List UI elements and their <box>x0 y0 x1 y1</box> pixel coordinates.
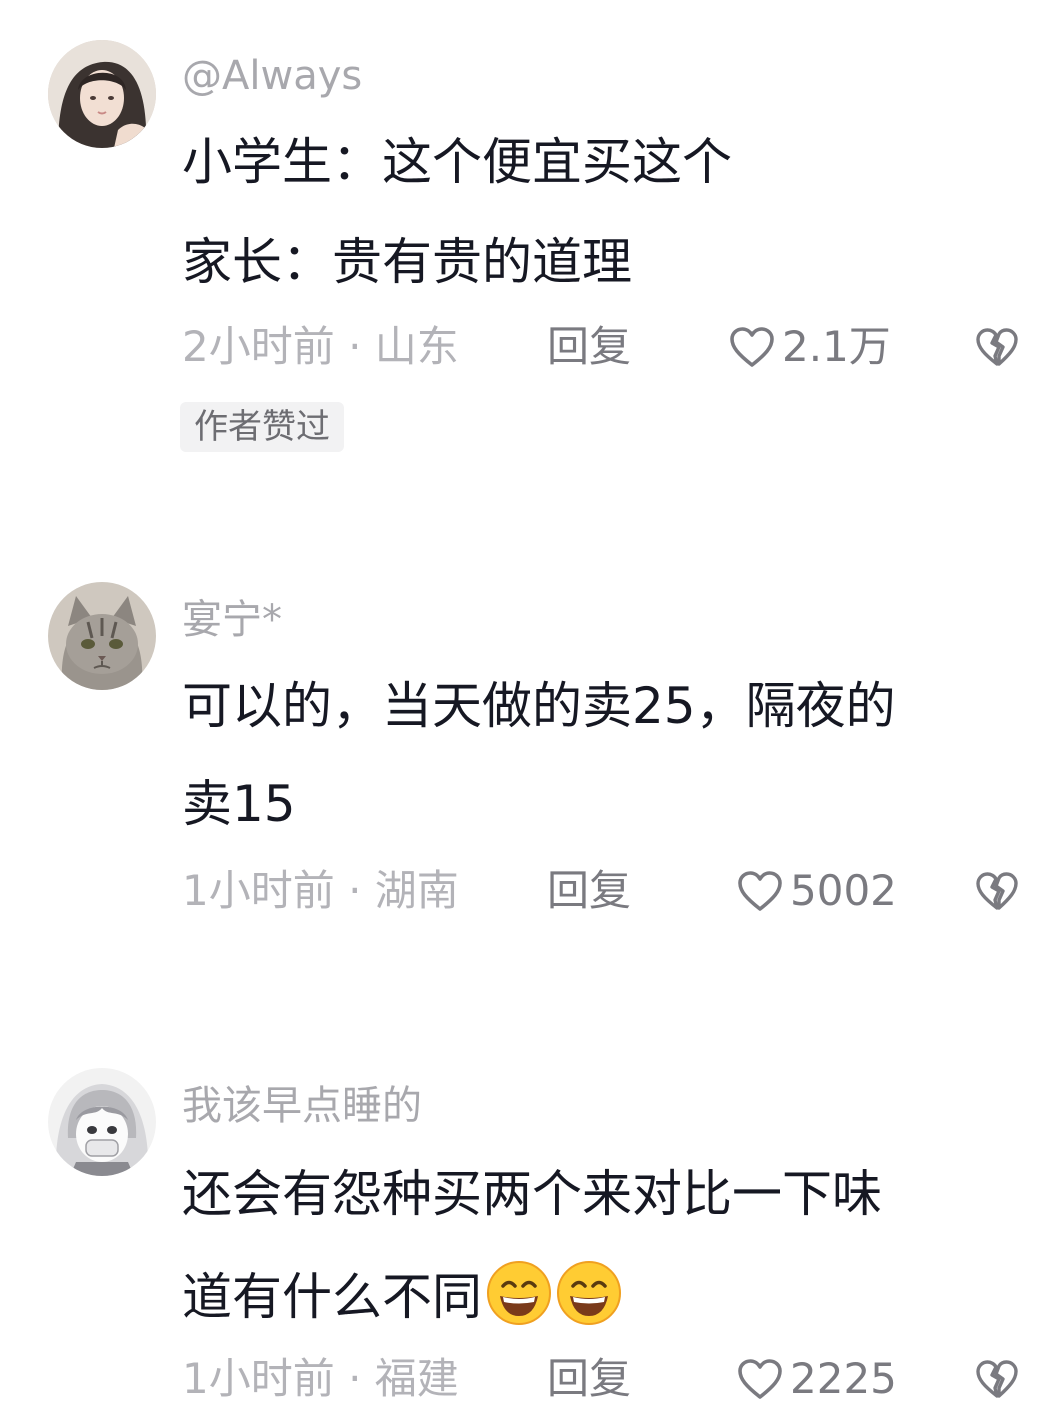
dislike-button[interactable] <box>973 1354 1021 1404</box>
comment-text-line: 道有什么不同 <box>182 1260 622 1327</box>
comment-item: 我该早点睡的 还会有怨种买两个来对比一下味 道有什么不同 1小时前 · 福建 回… <box>0 0 1051 1427</box>
reply-button[interactable]: 回复 <box>547 1354 631 1404</box>
user-avatar[interactable] <box>48 1068 156 1176</box>
anime-avatar-icon <box>48 1068 156 1176</box>
username[interactable]: 我该早点睡的 <box>182 1082 422 1130</box>
broken-heart-icon <box>976 1360 1018 1398</box>
heart-icon <box>738 1359 782 1399</box>
comment-text-line: 还会有怨种买两个来对比一下味 <box>182 1165 882 1223</box>
comment-text: 道有什么不同 <box>182 1268 482 1326</box>
grinning-face-emoji-icon <box>556 1260 622 1326</box>
grinning-face-emoji-icon <box>486 1260 552 1326</box>
comment-time-location: 1小时前 · 福建 <box>182 1354 459 1403</box>
like-button[interactable]: 2225 <box>736 1354 897 1404</box>
like-count: 2225 <box>790 1354 897 1403</box>
